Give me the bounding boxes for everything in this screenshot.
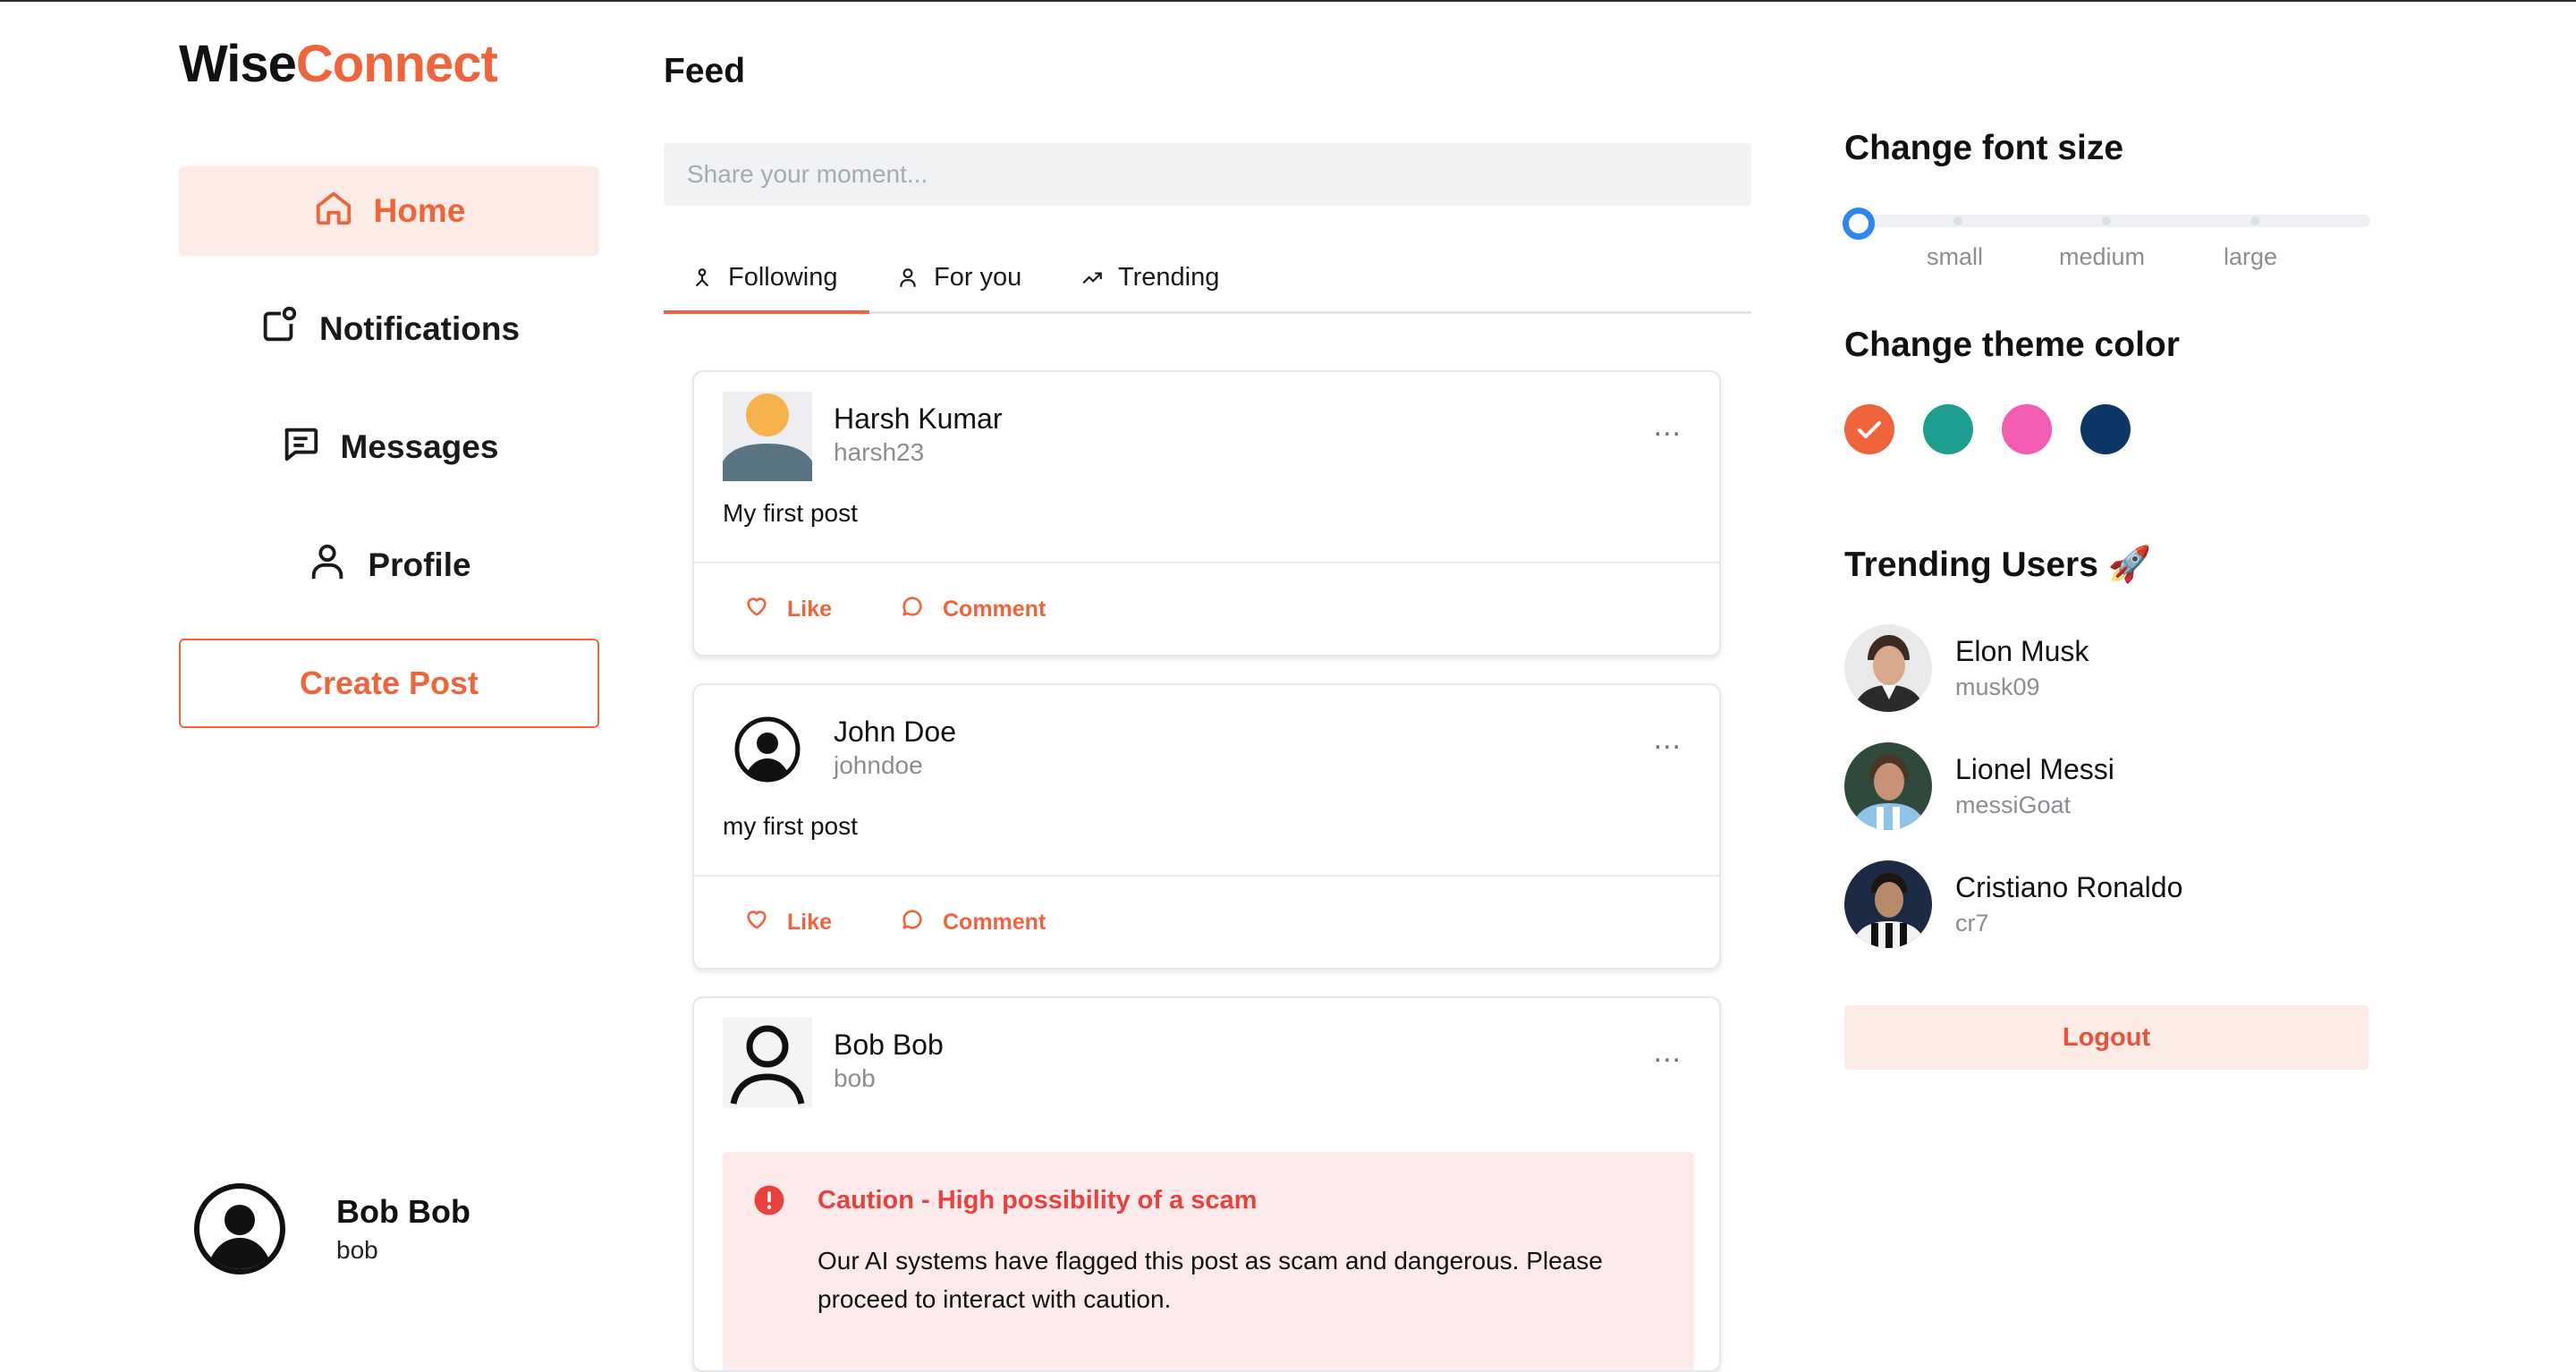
- page-title: Feed: [664, 52, 746, 90]
- sidebar-item-label: Profile: [368, 546, 471, 583]
- comment-button[interactable]: Comment: [900, 594, 1046, 625]
- font-size-heading: Change font size: [1844, 129, 2124, 167]
- trending-user-username: cr7: [1955, 910, 1989, 936]
- more-options-icon[interactable]: ...: [1654, 411, 1682, 441]
- tab-trending[interactable]: Trending: [1080, 252, 1219, 311]
- post-author-username: johndoe: [834, 751, 923, 779]
- trending-user-item[interactable]: Cristiano Ronaldo cr7: [1844, 860, 2182, 948]
- scam-warning: Caution - High possibility of a scam Our…: [723, 1152, 1694, 1370]
- warning-message: Our AI systems have flagged this post as…: [818, 1247, 1603, 1313]
- trending-icon: [1080, 263, 1104, 297]
- heart-icon: [744, 594, 769, 625]
- avatar: [1844, 624, 1932, 712]
- font-size-option-medium[interactable]: medium: [2059, 243, 2145, 271]
- theme-swatch-pink[interactable]: [2002, 404, 2052, 454]
- sidebar-item-home[interactable]: Home: [179, 166, 599, 256]
- comment-label: Comment: [943, 910, 1046, 935]
- theme-swatch-navy[interactable]: [2080, 404, 2131, 454]
- slider-step-dot: [2102, 216, 2111, 225]
- trending-user-item[interactable]: Elon Musk musk09: [1844, 624, 2089, 712]
- like-button[interactable]: Like: [744, 907, 832, 938]
- tab-label: Trending: [1118, 263, 1220, 292]
- sidebar-item-label: Home: [373, 192, 466, 229]
- trending-user-name: Cristiano Ronaldo: [1955, 871, 2183, 903]
- tab-label: Following: [728, 263, 838, 292]
- post-author-name[interactable]: Harsh Kumar: [834, 402, 1003, 436]
- divider: [694, 562, 1719, 563]
- notification-icon: [258, 305, 300, 354]
- slider-step-dot: [1953, 216, 1962, 225]
- sidebar-item-messages[interactable]: Messages: [179, 402, 599, 492]
- slider-step-dot: [2250, 216, 2259, 225]
- more-options-icon[interactable]: ...: [1654, 724, 1682, 754]
- post-card: John Doe johndoe ... my first post Like …: [692, 683, 1721, 970]
- trending-user-name: Lionel Messi: [1955, 753, 2114, 785]
- font-size-slider[interactable]: [1853, 215, 2370, 227]
- trending-user-username: messiGoat: [1955, 792, 2072, 818]
- trending-users-heading: Trending Users 🚀: [1844, 546, 2152, 584]
- tab-following[interactable]: Following: [664, 252, 869, 314]
- tab-label: For you: [934, 263, 1022, 292]
- user-icon: [307, 541, 348, 590]
- check-icon: [1858, 421, 1881, 438]
- sidebar-item-notifications[interactable]: Notifications: [179, 284, 599, 374]
- current-user-name: Bob Bob: [336, 1193, 470, 1230]
- like-button[interactable]: Like: [744, 594, 832, 625]
- post-text: my first post: [723, 812, 858, 840]
- create-post-button[interactable]: Create Post: [179, 639, 599, 728]
- post-author-username: bob: [834, 1064, 876, 1092]
- slider-thumb[interactable]: [1843, 207, 1875, 240]
- avatar[interactable]: [723, 705, 812, 794]
- post-author-name[interactable]: Bob Bob: [834, 1029, 944, 1062]
- trending-user-name: Elon Musk: [1955, 635, 2089, 667]
- post-card: Bob Bob bob ... Caution - High possibili…: [692, 996, 1721, 1372]
- trending-user-username: musk09: [1955, 673, 2040, 700]
- home-icon: [313, 187, 354, 236]
- font-size-option-large[interactable]: large: [2224, 243, 2277, 271]
- post-author-username: harsh23: [834, 438, 925, 466]
- feed-tabs: Following For you Trending: [664, 252, 1751, 314]
- sidebar-item-label: Messages: [340, 428, 499, 465]
- message-icon: [280, 423, 321, 472]
- avatar[interactable]: [723, 1018, 812, 1107]
- like-label: Like: [787, 910, 833, 935]
- share-moment-input[interactable]: [664, 143, 1751, 206]
- sidebar-item-profile[interactable]: Profile: [179, 521, 599, 610]
- user-icon: [896, 263, 919, 297]
- logo-part-connect: Connect: [295, 35, 498, 93]
- comment-icon: [900, 594, 925, 625]
- heart-icon: [744, 907, 769, 938]
- logout-button[interactable]: Logout: [1844, 1005, 2368, 1070]
- comment-button[interactable]: Comment: [900, 907, 1046, 938]
- theme-swatch-orange[interactable]: [1844, 404, 1894, 454]
- alert-icon: [753, 1184, 785, 1216]
- people-icon: [691, 263, 714, 297]
- sidebar-item-label: Notifications: [318, 310, 521, 347]
- divider: [694, 875, 1719, 877]
- trending-user-item[interactable]: Lionel Messi messiGoat: [1844, 742, 2114, 830]
- avatar: [193, 1182, 286, 1275]
- logo-part-wise: Wise: [179, 35, 297, 93]
- tab-for-you[interactable]: For you: [896, 252, 1021, 311]
- avatar[interactable]: [723, 392, 812, 481]
- comment-icon: [900, 907, 925, 938]
- window-top-border: [0, 0, 2576, 2]
- app-logo[interactable]: WiseConnect: [179, 34, 498, 94]
- more-options-icon[interactable]: ...: [1654, 1037, 1682, 1067]
- font-size-option-small[interactable]: small: [1927, 243, 1983, 271]
- comment-label: Comment: [943, 597, 1046, 622]
- post-card: Harsh Kumar harsh23 ... My first post Li…: [692, 370, 1721, 656]
- warning-title: Caution - High possibility of a scam: [818, 1186, 1258, 1215]
- avatar: [1844, 742, 1932, 830]
- current-user-card[interactable]: Bob Bob bob: [193, 1182, 470, 1275]
- theme-swatch-teal[interactable]: [1923, 404, 1973, 454]
- like-label: Like: [787, 597, 833, 622]
- theme-color-heading: Change theme color: [1844, 326, 2180, 364]
- avatar: [1844, 860, 1932, 948]
- current-user-username: bob: [336, 1236, 378, 1264]
- post-author-name[interactable]: John Doe: [834, 716, 956, 749]
- post-text: My first post: [723, 499, 858, 527]
